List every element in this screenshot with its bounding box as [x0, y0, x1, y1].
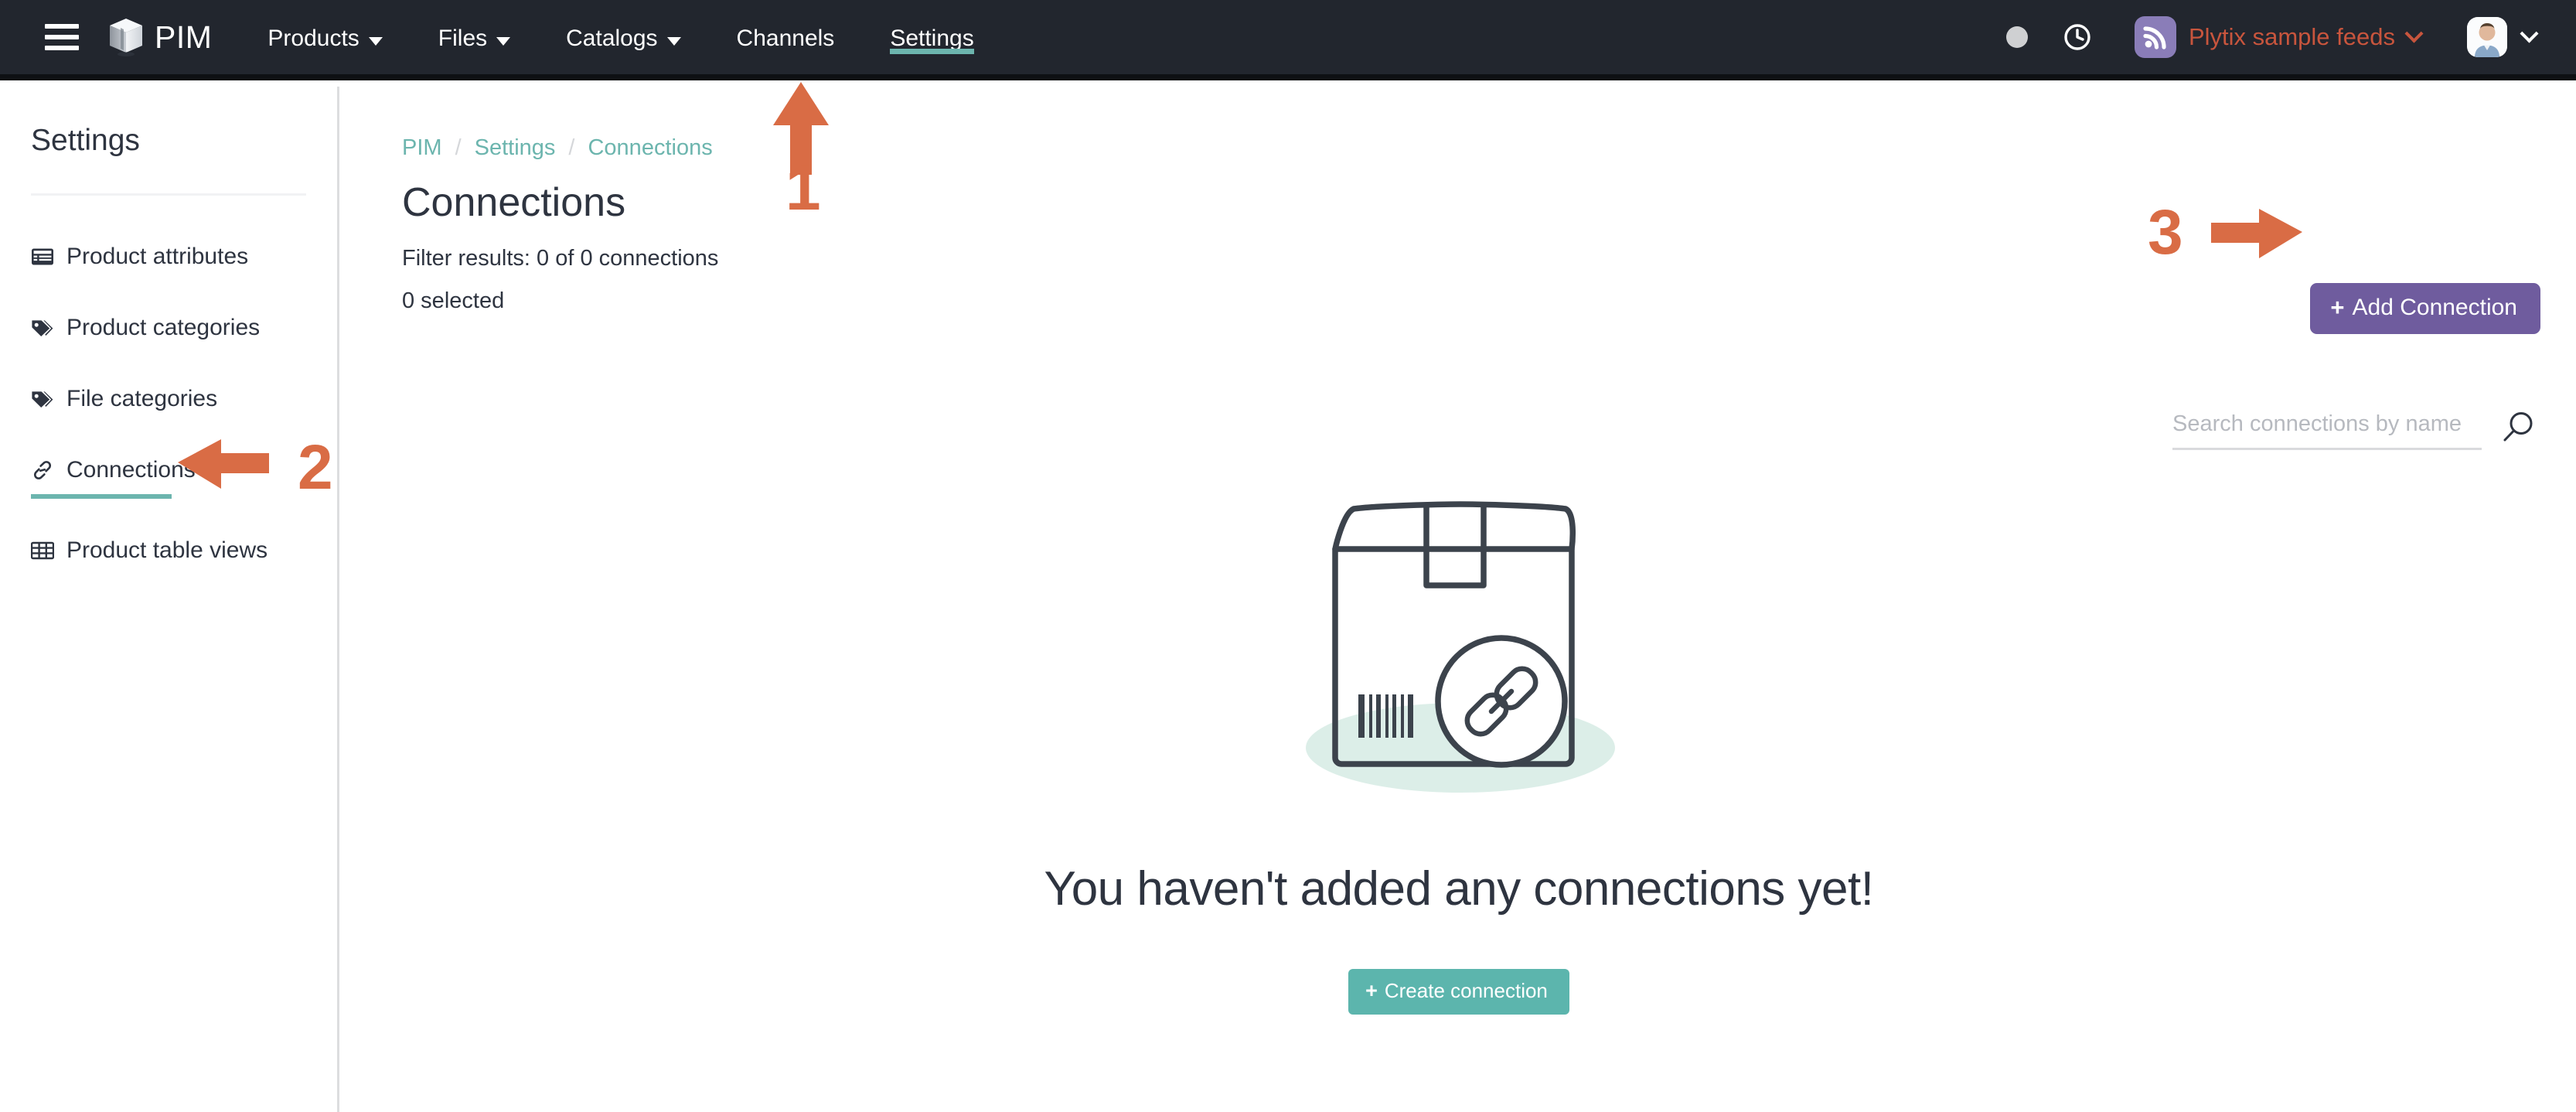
tags-icon: [31, 387, 57, 411]
nav-item-products[interactable]: Products: [267, 0, 383, 74]
brand-name: PIM: [155, 19, 213, 55]
sidebar-item-connections[interactable]: Connections: [31, 452, 337, 499]
main-content: PIM / Settings / Connections Connections…: [342, 87, 2576, 1112]
chevron-down-icon: [496, 36, 511, 46]
sidebar-divider: [31, 193, 306, 196]
create-connection-label: Create connection: [1384, 979, 1548, 1002]
nav-item-label: Files: [438, 26, 488, 51]
nav-item-label: Products: [267, 26, 359, 51]
nav-item-catalogs[interactable]: Catalogs: [566, 0, 681, 74]
hamburger-bar: [45, 46, 79, 50]
nav-item-label: Settings: [890, 26, 974, 51]
nav-item-settings[interactable]: Settings: [890, 0, 975, 74]
hamburger-bar: [45, 35, 79, 39]
plus-icon: +: [1365, 979, 1378, 1002]
avatar: [2467, 17, 2507, 57]
search-button[interactable]: [2500, 410, 2536, 450]
chevron-down-icon: [368, 36, 383, 46]
search-icon: [2503, 412, 2533, 442]
table-icon: [31, 539, 57, 562]
breadcrumb-separator: /: [568, 135, 575, 160]
breadcrumb-item-settings[interactable]: Settings: [475, 135, 556, 161]
selected-count-text: 0 selected: [402, 288, 505, 313]
nav-item-label: Catalogs: [566, 26, 658, 51]
sidebar-title: Settings: [31, 124, 140, 157]
plus-icon: +: [2330, 294, 2345, 321]
page-title: Connections: [402, 180, 626, 225]
user-menu[interactable]: [2467, 17, 2539, 57]
settings-sidebar: Settings Product attributes Product cate…: [0, 87, 339, 1112]
empty-state-title: You haven't added any connections yet!: [1044, 862, 1874, 916]
feed-label: Plytix sample feeds: [2188, 23, 2395, 50]
search-connections: [2172, 410, 2536, 450]
navbar-right-group: Plytix sample feeds: [2005, 0, 2576, 74]
cube-logo-icon: [110, 19, 142, 56]
nav-item-files[interactable]: Files: [438, 0, 511, 74]
chevron-down-icon: [666, 36, 681, 46]
navbar-left-group: PIM Products Files Catalogs Channels Set…: [0, 0, 1030, 74]
breadcrumb: PIM / Settings / Connections: [402, 135, 713, 161]
status-dot-icon[interactable]: [2005, 26, 2028, 48]
chevron-down-icon: [2520, 23, 2539, 43]
add-connection-button[interactable]: + Add Connection: [2310, 283, 2540, 334]
link-icon: [31, 459, 57, 482]
sidebar-item-label: File categories: [66, 386, 218, 411]
empty-state: You haven't added any connections yet! +…: [342, 481, 2576, 1015]
filter-results-text: Filter results: 0 of 0 connections: [402, 246, 719, 271]
breadcrumb-item-connections[interactable]: Connections: [588, 135, 712, 161]
breadcrumb-item-pim[interactable]: PIM: [402, 135, 442, 161]
nav-item-label: Channels: [736, 26, 835, 51]
clock-icon[interactable]: [2062, 22, 2093, 53]
nav-item-channels[interactable]: Channels: [737, 0, 835, 74]
sidebar-item-label: Product attributes: [66, 244, 249, 269]
search-input[interactable]: [2172, 411, 2482, 450]
breadcrumb-separator: /: [455, 135, 462, 160]
top-navbar: PIM Products Files Catalogs Channels Set…: [0, 0, 2576, 80]
rss-feed-icon: [2134, 16, 2176, 58]
brand-logo[interactable]: PIM: [108, 17, 212, 57]
sidebar-item-label: Connections: [66, 457, 196, 483]
sidebar-item-product-table-views[interactable]: Product table views: [31, 533, 337, 568]
list-icon: [31, 245, 57, 268]
navbar-menu: Products Files Catalogs Channels Setting…: [267, 0, 1029, 74]
sidebar-item-product-attributes[interactable]: Product attributes: [31, 239, 337, 275]
create-connection-button[interactable]: + Create connection: [1348, 969, 1569, 1015]
package-box-with-link-badge-illustration: [1306, 501, 1615, 793]
hamburger-icon[interactable]: [45, 24, 79, 50]
feed-selector[interactable]: Plytix sample feeds: [2134, 16, 2424, 58]
tags-icon: [31, 316, 57, 339]
sidebar-item-product-categories[interactable]: Product categories: [31, 310, 337, 346]
sidebar-item-label: Product table views: [66, 537, 268, 563]
sidebar-item-file-categories[interactable]: File categories: [31, 381, 337, 417]
hamburger-bar: [45, 24, 79, 29]
sidebar-item-label: Product categories: [66, 315, 261, 340]
add-connection-label: Add Connection: [2352, 295, 2518, 320]
chevron-down-icon: [2404, 23, 2424, 43]
